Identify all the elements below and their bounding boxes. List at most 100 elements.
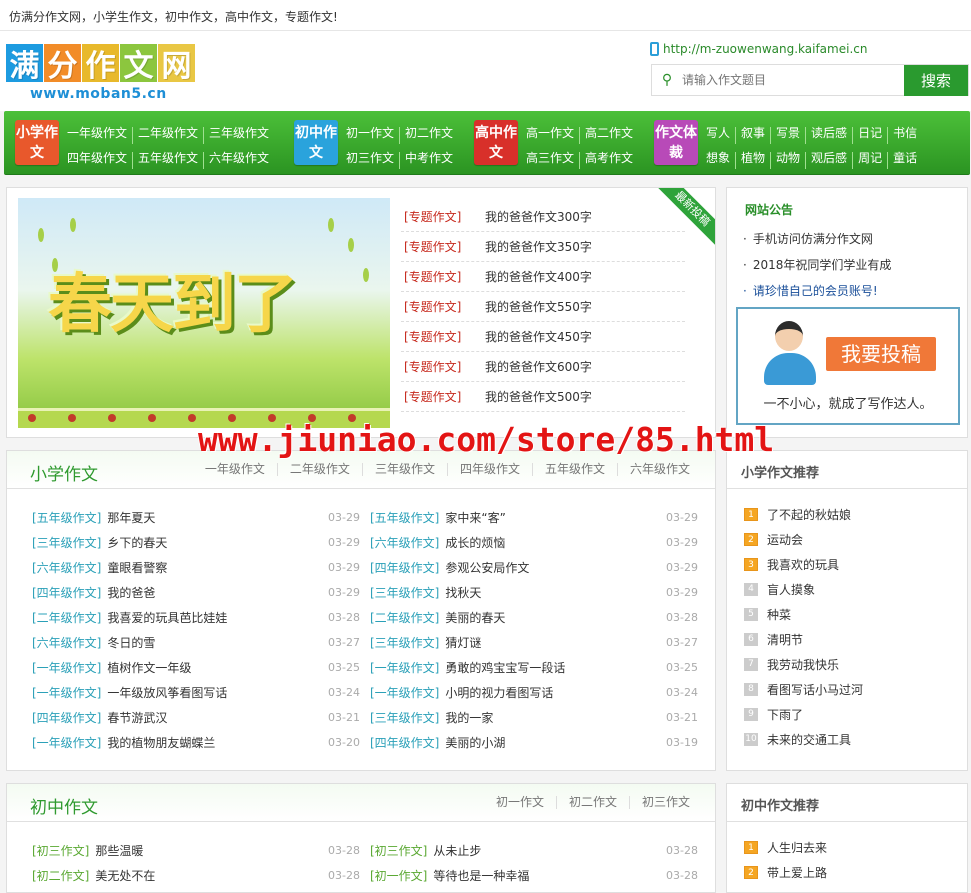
article-category[interactable]: [一年级作文] bbox=[32, 684, 101, 701]
rank-title[interactable]: 运动会 bbox=[767, 531, 803, 548]
nav-link[interactable]: 写人 bbox=[706, 127, 735, 144]
article-title[interactable]: 小明的视力看图写话 bbox=[439, 684, 666, 701]
article-title[interactable]: 参观公安局作文 bbox=[439, 559, 666, 576]
article-category[interactable]: [二年级作文] bbox=[32, 609, 101, 626]
section-tab[interactable]: 一年级作文 bbox=[193, 463, 277, 476]
article-category[interactable]: [初二作文] bbox=[32, 867, 89, 884]
latest-category[interactable]: [专题作文] bbox=[401, 352, 485, 381]
article-title[interactable]: 植树作文一年级 bbox=[101, 659, 328, 676]
submit-banner[interactable]: 我要投稿 一不小心，就成了写作达人。 bbox=[736, 307, 960, 425]
nav-link[interactable]: 植物 bbox=[735, 152, 770, 169]
nav-link[interactable]: 四年级作文 bbox=[67, 152, 132, 169]
search-input[interactable] bbox=[682, 65, 904, 95]
rank-item[interactable]: 6 清明节 bbox=[744, 627, 967, 652]
latest-title[interactable]: 我的爸爸作文500字 bbox=[485, 382, 592, 411]
latest-item[interactable]: [专题作文] 我的爸爸作文550字 bbox=[401, 292, 685, 322]
section-tab[interactable]: 二年级作文 bbox=[276, 463, 362, 476]
nav-link[interactable]: 日记 bbox=[852, 127, 887, 144]
article-category[interactable]: [五年级作文] bbox=[32, 509, 101, 526]
article-title[interactable]: 美丽的小湖 bbox=[439, 734, 666, 751]
nav-link[interactable]: 三年级作文 bbox=[203, 127, 274, 144]
article-category[interactable]: [初三作文] bbox=[370, 842, 427, 859]
article-title[interactable]: 勇敢的鸡宝宝写一段话 bbox=[439, 659, 666, 676]
rank-item[interactable]: 2 运动会 bbox=[744, 527, 967, 552]
latest-item[interactable]: [专题作文] 我的爸爸作文400字 bbox=[401, 262, 685, 292]
latest-category[interactable]: [专题作文] bbox=[401, 202, 485, 231]
nav-link[interactable]: 一年级作文 bbox=[67, 127, 132, 144]
nav-link[interactable]: 六年级作文 bbox=[203, 152, 274, 169]
site-logo[interactable]: 满分作文网 www.moban5.cn bbox=[6, 44, 206, 104]
rank-item[interactable]: 1 人生归去来 bbox=[744, 835, 967, 860]
article-category[interactable]: [初一作文] bbox=[370, 867, 427, 884]
article-title[interactable]: 一年级放风筝看图写话 bbox=[101, 684, 328, 701]
latest-category[interactable]: [专题作文] bbox=[401, 322, 485, 351]
article-title[interactable]: 乡下的春天 bbox=[101, 534, 328, 551]
article-title[interactable]: 猜灯谜 bbox=[439, 634, 666, 651]
article-title[interactable]: 家中来“客” bbox=[439, 509, 666, 526]
article-category[interactable]: [三年级作文] bbox=[370, 634, 439, 651]
section-tab[interactable]: 初二作文 bbox=[555, 796, 629, 809]
rank-item[interactable]: 7 我劳动我快乐 bbox=[744, 652, 967, 677]
latest-item[interactable]: [专题作文] 我的爸爸作文500字 bbox=[401, 382, 685, 412]
mobile-link[interactable]: http://m-zuowenwang.kaifamei.cn bbox=[650, 42, 867, 56]
article-title[interactable]: 成长的烦恼 bbox=[439, 534, 666, 551]
article-category[interactable]: [四年级作文] bbox=[370, 734, 439, 751]
rank-title[interactable]: 种菜 bbox=[767, 606, 791, 623]
nav-badge[interactable]: 高中作文 bbox=[474, 120, 518, 165]
rank-title[interactable]: 下雨了 bbox=[767, 706, 803, 723]
nav-link[interactable]: 想象 bbox=[706, 152, 735, 169]
section-tab[interactable]: 六年级作文 bbox=[616, 463, 702, 476]
rank-title[interactable]: 我喜欢的玩具 bbox=[767, 556, 839, 573]
section-tab[interactable]: 初一作文 bbox=[484, 796, 556, 809]
article-category[interactable]: [四年级作文] bbox=[32, 709, 101, 726]
nav-link[interactable]: 叙事 bbox=[735, 127, 770, 144]
nav-link[interactable]: 高考作文 bbox=[579, 152, 638, 169]
article-title[interactable]: 美丽的春天 bbox=[439, 609, 666, 626]
rank-title[interactable]: 带上爱上路 bbox=[767, 864, 827, 881]
article-title[interactable]: 童眼看警察 bbox=[101, 559, 328, 576]
nav-link[interactable]: 动物 bbox=[770, 152, 805, 169]
article-category[interactable]: [二年级作文] bbox=[370, 609, 439, 626]
latest-title[interactable]: 我的爸爸作文350字 bbox=[485, 232, 592, 261]
article-title[interactable]: 找秋天 bbox=[439, 584, 666, 601]
notice-item[interactable]: 请珍惜自己的会员账号! bbox=[743, 278, 967, 304]
nav-link[interactable]: 写景 bbox=[770, 127, 805, 144]
rank-title[interactable]: 人生归去来 bbox=[767, 839, 827, 856]
latest-item[interactable]: [专题作文] 我的爸爸作文300字 bbox=[401, 202, 685, 232]
banner-image[interactable]: 春天到了 bbox=[18, 198, 390, 428]
latest-title[interactable]: 我的爸爸作文450字 bbox=[485, 322, 592, 351]
nav-link[interactable]: 书信 bbox=[887, 127, 922, 144]
nav-link[interactable]: 初三作文 bbox=[346, 152, 399, 169]
nav-link[interactable]: 五年级作文 bbox=[132, 152, 203, 169]
nav-link[interactable]: 二年级作文 bbox=[132, 127, 203, 144]
article-category[interactable]: [初三作文] bbox=[32, 842, 89, 859]
article-category[interactable]: [六年级作文] bbox=[32, 559, 101, 576]
article-category[interactable]: [六年级作文] bbox=[32, 634, 101, 651]
latest-item[interactable]: [专题作文] 我的爸爸作文350字 bbox=[401, 232, 685, 262]
rank-title[interactable]: 了不起的秋姑娘 bbox=[767, 506, 851, 523]
article-title[interactable]: 我的植物朋友蝴蝶兰 bbox=[101, 734, 328, 751]
rank-item[interactable]: 5 种菜 bbox=[744, 602, 967, 627]
latest-item[interactable]: [专题作文] 我的爸爸作文600字 bbox=[401, 352, 685, 382]
article-title[interactable]: 我喜爱的玩具芭比娃娃 bbox=[101, 609, 328, 626]
nav-badge[interactable]: 初中作文 bbox=[294, 120, 338, 165]
nav-link[interactable]: 童话 bbox=[887, 152, 922, 169]
article-category[interactable]: [四年级作文] bbox=[370, 559, 439, 576]
article-category[interactable]: [三年级作文] bbox=[370, 584, 439, 601]
article-category[interactable]: [一年级作文] bbox=[32, 659, 101, 676]
article-category[interactable]: [三年级作文] bbox=[370, 709, 439, 726]
rank-item[interactable]: 2 带上爱上路 bbox=[744, 860, 967, 885]
rank-title[interactable]: 清明节 bbox=[767, 631, 803, 648]
article-title[interactable]: 美无处不在 bbox=[89, 867, 328, 884]
article-category[interactable]: [六年级作文] bbox=[370, 534, 439, 551]
article-title[interactable]: 从未止步 bbox=[427, 842, 666, 859]
article-title[interactable]: 那些温暖 bbox=[89, 842, 328, 859]
nav-link[interactable]: 观后感 bbox=[805, 152, 852, 169]
rank-item[interactable]: 8 看图写话小马过河 bbox=[744, 677, 967, 702]
rank-item[interactable]: 4 盲人摸象 bbox=[744, 577, 967, 602]
search-button[interactable]: 搜索 bbox=[904, 65, 968, 96]
rank-title[interactable]: 看图写话小马过河 bbox=[767, 681, 863, 698]
nav-badge[interactable]: 小学作文 bbox=[15, 120, 59, 165]
article-category[interactable]: [四年级作文] bbox=[32, 584, 101, 601]
section-tab[interactable]: 初三作文 bbox=[628, 796, 702, 809]
